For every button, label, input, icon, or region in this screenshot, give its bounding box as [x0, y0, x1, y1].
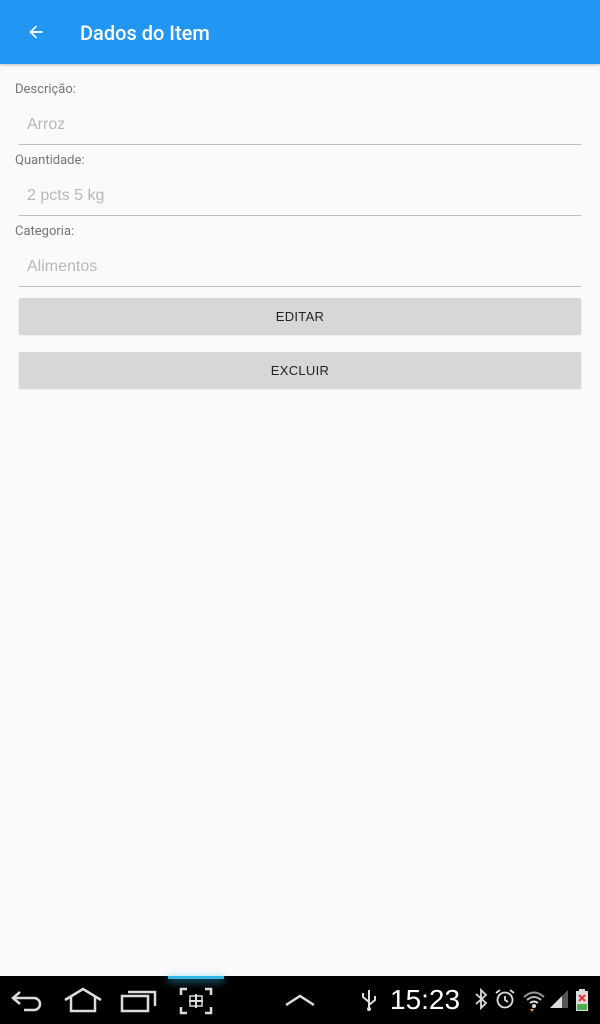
system-navigation-bar: 15:23 — [0, 976, 600, 1024]
app-bar: Dados do Item — [0, 0, 600, 64]
clock: 15:23 — [390, 984, 461, 1015]
arrow-left-icon — [29, 25, 43, 39]
screenshot-icon[interactable] — [178, 986, 214, 1016]
alarm-icon — [495, 989, 515, 1009]
description-field[interactable] — [19, 105, 581, 145]
category-field[interactable] — [19, 247, 581, 287]
bluetooth-icon — [475, 988, 488, 1010]
usb-icon — [362, 990, 376, 1011]
recent-apps-icon[interactable] — [120, 988, 158, 1014]
active-indicator — [168, 976, 224, 979]
description-label: Descrição: — [15, 82, 76, 97]
home-icon[interactable] — [62, 986, 104, 1014]
category-label: Categoria: — [15, 224, 75, 239]
signal-icon — [550, 990, 568, 1008]
quantity-label: Quantidade: — [15, 153, 85, 168]
quantity-field[interactable] — [19, 176, 581, 216]
back-button[interactable] — [16, 12, 56, 52]
battery-icon — [576, 989, 588, 1011]
delete-button[interactable]: EXCLUIR — [19, 352, 581, 388]
wifi-icon — [523, 991, 545, 1012]
page-title: Dados do Item — [80, 21, 210, 45]
menu-up-icon[interactable] — [284, 992, 316, 1008]
back-icon[interactable] — [10, 988, 44, 1012]
edit-button[interactable]: EDITAR — [19, 298, 581, 334]
